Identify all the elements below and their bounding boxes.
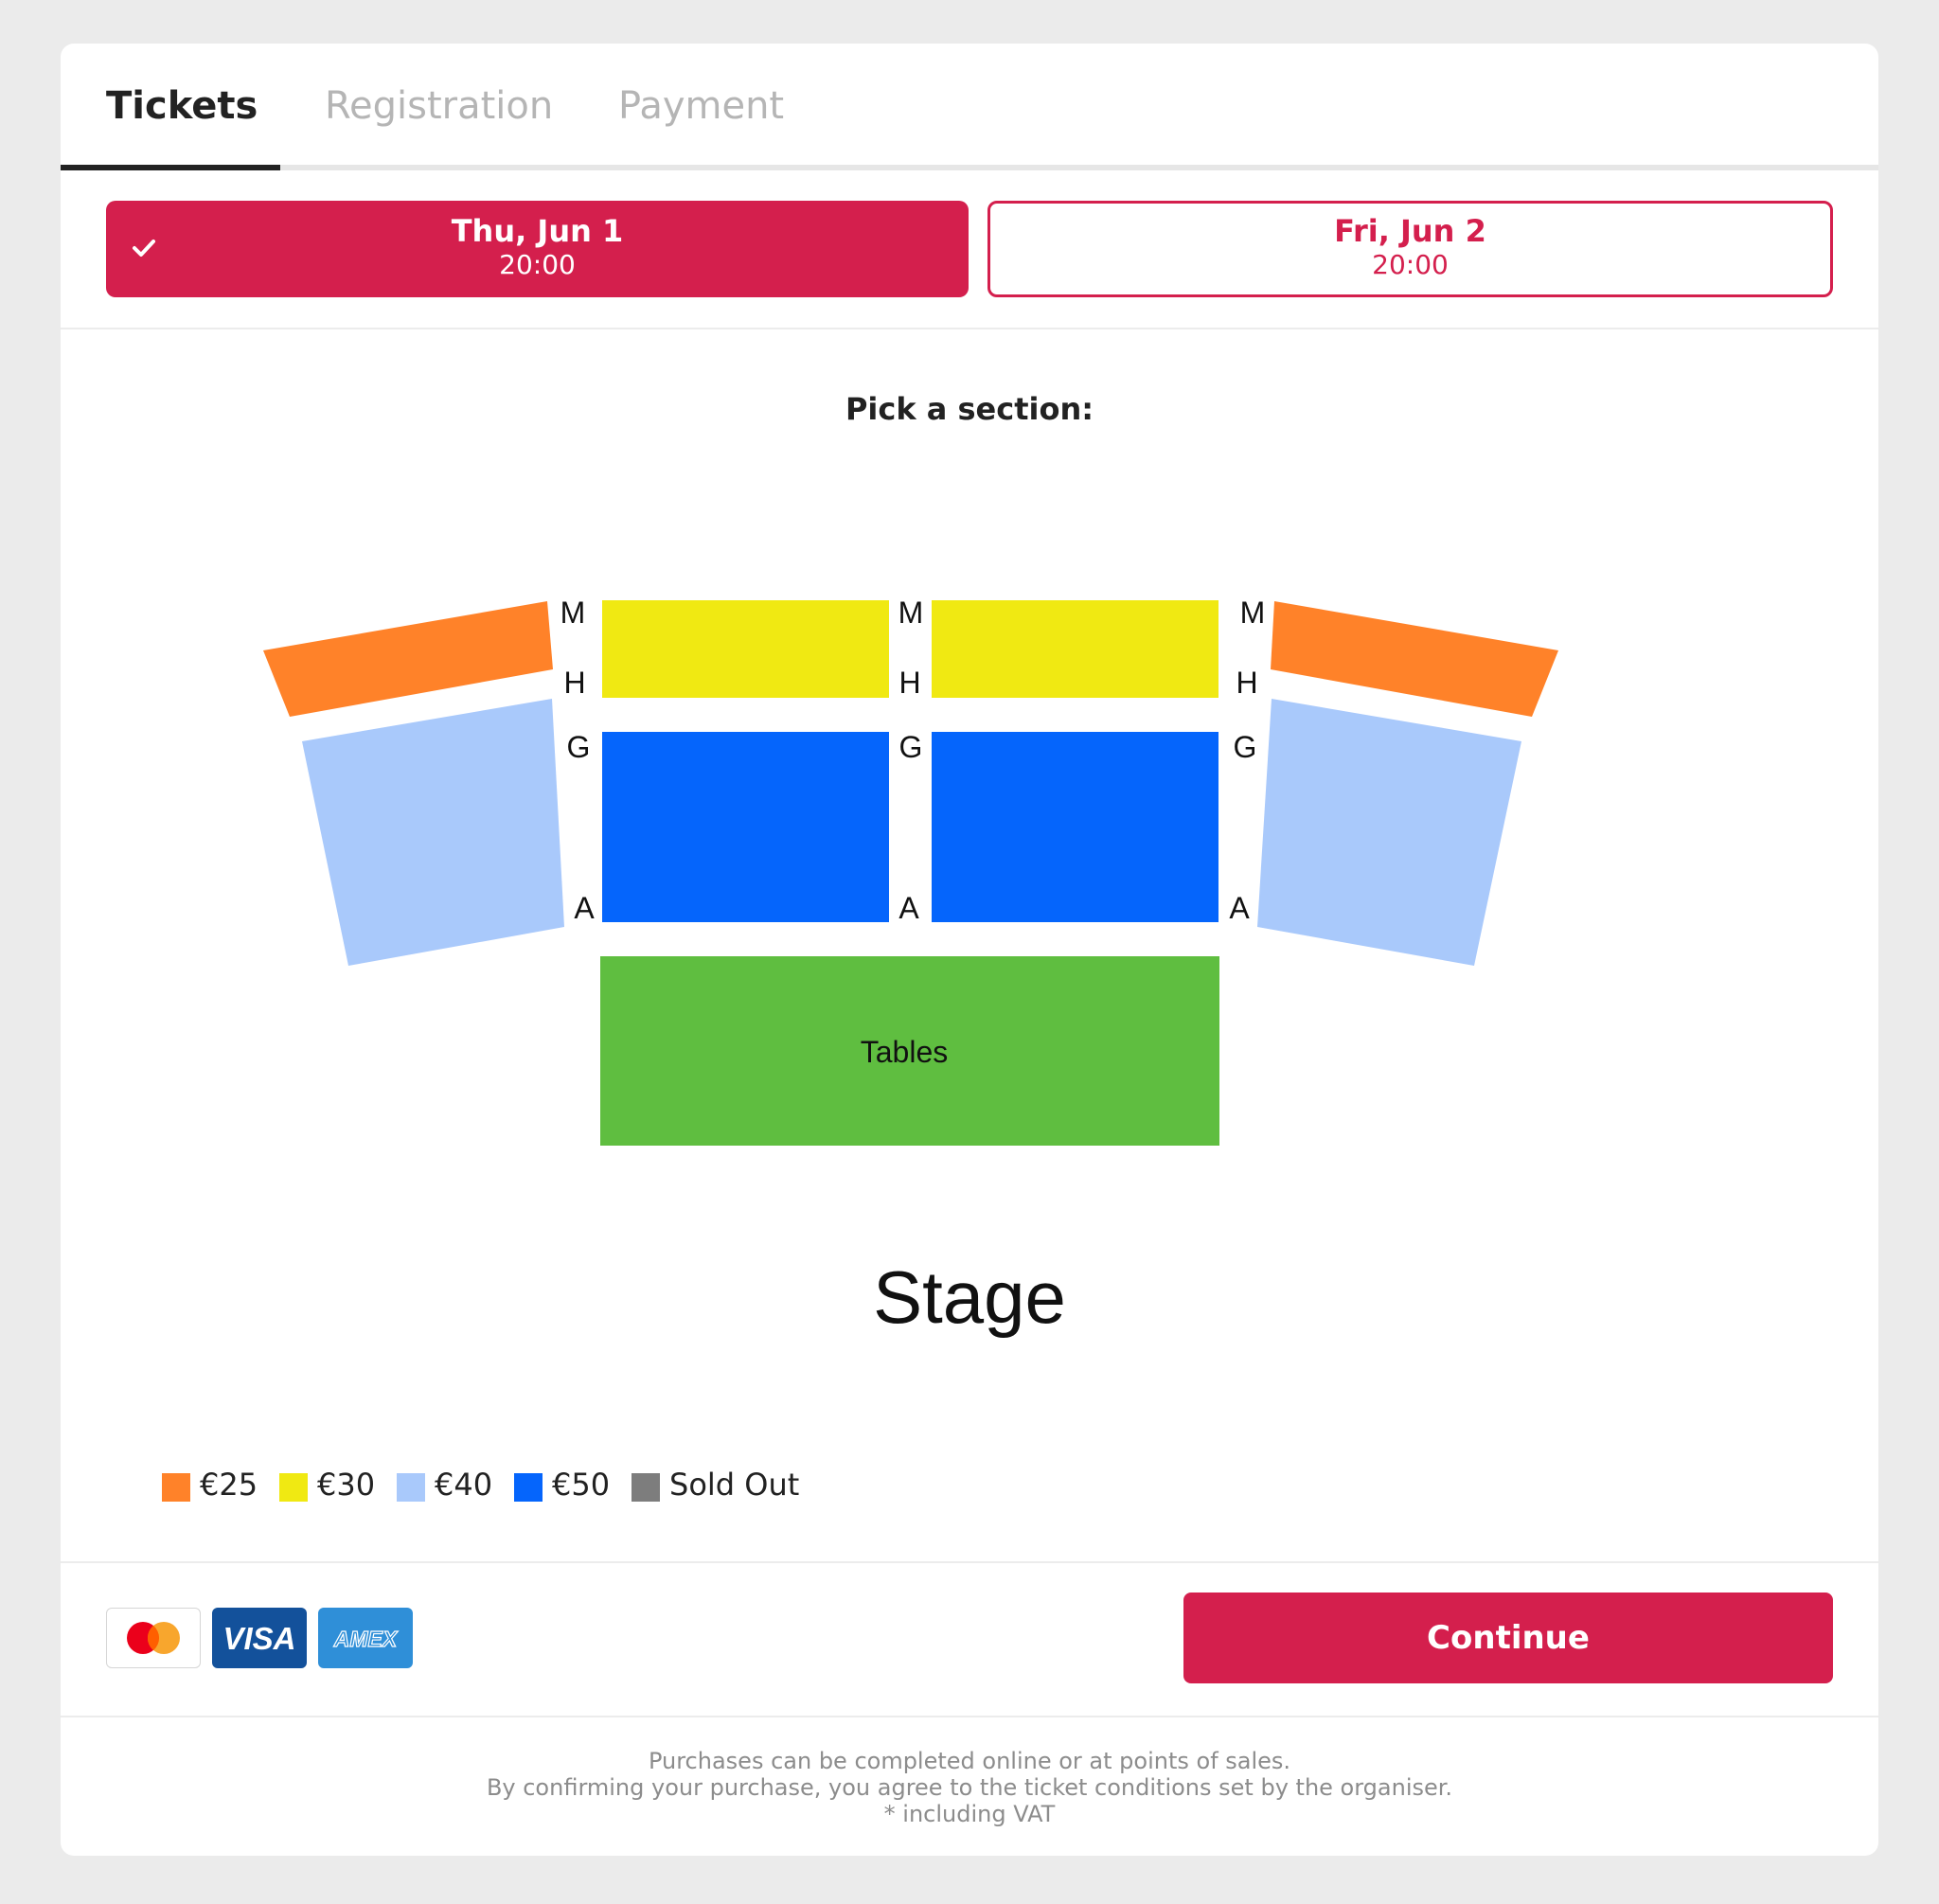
ticket-card: Tickets Registration Payment Thu, Jun 1 …: [61, 44, 1878, 1856]
row-label-m: M: [898, 596, 924, 630]
legend-swatch-40: [397, 1473, 425, 1502]
legend-label: €25: [200, 1467, 258, 1503]
tables-label: Tables: [861, 1035, 949, 1069]
section-center-right-lower[interactable]: [932, 732, 1219, 922]
row-label-g: G: [899, 730, 923, 764]
legend-swatch-50: [514, 1473, 543, 1502]
row-label-m: M: [1240, 596, 1266, 630]
legend-label: Sold Out: [669, 1467, 800, 1503]
footer-terms-info: By confirming your purchase, you agree t…: [486, 1774, 1453, 1801]
divider: [61, 1561, 1878, 1563]
visa-text: VISA: [222, 1621, 295, 1656]
legend-label: €40: [435, 1467, 493, 1503]
legend-label: €50: [552, 1467, 611, 1503]
row-label-h: H: [898, 666, 920, 700]
section-left-upper[interactable]: [263, 601, 553, 717]
visa-icon: VISA: [212, 1608, 307, 1668]
row-label-g: G: [567, 730, 591, 764]
row-label-h: H: [1236, 666, 1257, 700]
footer-vat-note: * including VAT: [883, 1801, 1056, 1827]
section-center-left-upper[interactable]: [602, 600, 889, 698]
mastercard-icon: [106, 1608, 201, 1668]
divider: [61, 1716, 1878, 1717]
row-label-m: M: [560, 596, 586, 630]
amex-text: AMEX: [333, 1627, 399, 1651]
section-center-right-upper[interactable]: [932, 600, 1219, 698]
row-label-a: A: [574, 891, 595, 925]
continue-button[interactable]: Continue: [1183, 1593, 1833, 1683]
row-label-a: A: [1229, 891, 1250, 925]
section-center-left-lower[interactable]: [602, 732, 889, 922]
row-label-g: G: [1234, 730, 1257, 764]
row-label-h: H: [563, 666, 585, 700]
stage-label: Stage: [873, 1255, 1066, 1339]
section-right-lower[interactable]: [1257, 699, 1521, 966]
legend-swatch-25: [162, 1473, 190, 1502]
legend-swatch-30: [279, 1473, 308, 1502]
section-right-upper[interactable]: [1271, 601, 1558, 717]
row-label-a: A: [898, 891, 919, 925]
seat-map: Tables M H G A M H G A M H G A: [263, 596, 1558, 1146]
section-left-lower[interactable]: [302, 699, 564, 966]
legend-swatch-sold-out: [632, 1473, 660, 1502]
amex-icon: AMEX: [318, 1608, 413, 1668]
legend-label: €30: [317, 1467, 376, 1503]
footer-purchase-info: Purchases can be completed online or at …: [648, 1748, 1291, 1774]
